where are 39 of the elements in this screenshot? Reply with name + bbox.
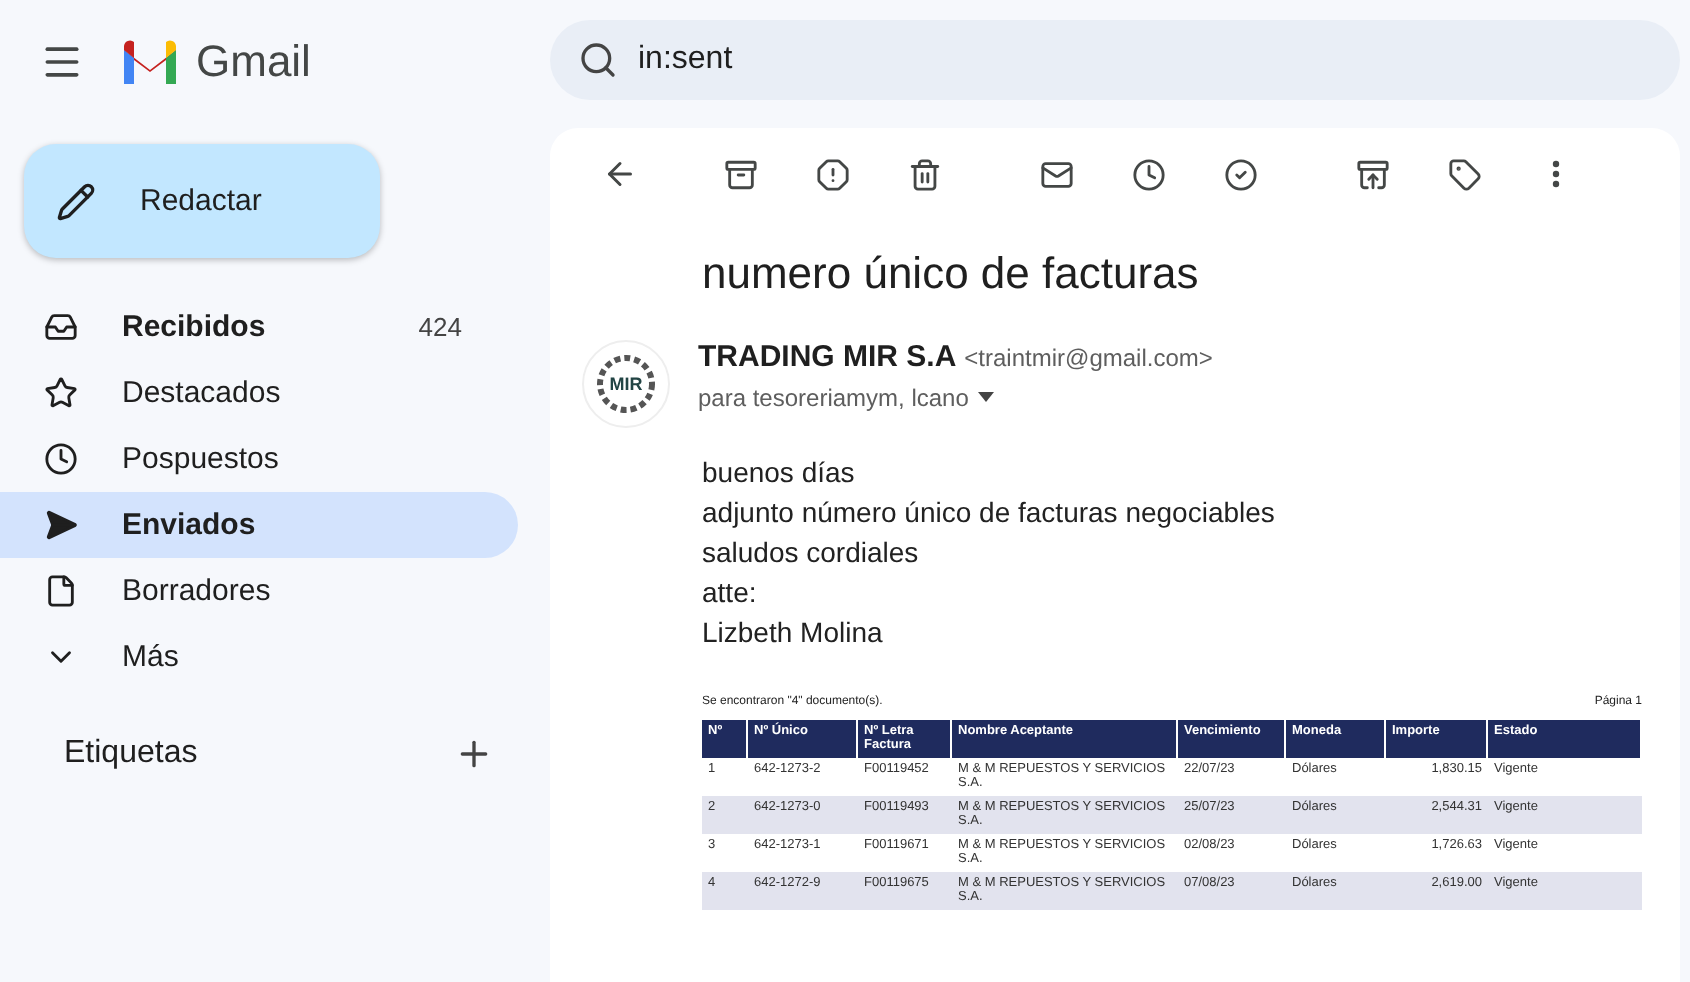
alert-icon xyxy=(815,157,849,191)
inbox-icon xyxy=(44,310,78,344)
body-line: atte: xyxy=(702,574,759,612)
send-icon xyxy=(44,508,78,542)
sidebar-item[interactable]: Más xyxy=(0,624,518,690)
pencil-icon xyxy=(56,181,96,221)
sidebar-item[interactable]: Borradores xyxy=(0,558,518,624)
clock-icon xyxy=(1131,157,1165,191)
check-circle-icon xyxy=(1223,157,1257,191)
body-line: adjunto número único de facturas negociables xyxy=(702,494,1277,532)
unread-count: 424 xyxy=(418,312,462,342)
message-subject: numero único de facturas xyxy=(702,248,1201,300)
tag-icon xyxy=(1447,157,1481,191)
search-icon xyxy=(578,40,618,80)
app-name: Gmail xyxy=(196,36,311,88)
compose-button[interactable]: Redactar xyxy=(24,144,380,258)
sender-name: TRADING MIR S.A xyxy=(698,340,957,374)
sender-avatar: MIR xyxy=(582,340,670,428)
search-field[interactable]: in:sent xyxy=(550,20,1680,100)
box-arrow-icon xyxy=(1355,157,1389,191)
star-icon xyxy=(44,376,78,410)
gmail-logo-icon xyxy=(120,40,180,84)
sidebar-item[interactable]: Pospuestos xyxy=(0,426,518,492)
sender-email: <traintmir@gmail.com> xyxy=(964,344,1213,372)
body-line: saludos cordiales xyxy=(702,534,921,572)
recipients: para tesoreriamym, lcano xyxy=(698,384,969,412)
sidebar-item[interactable]: Destacados xyxy=(0,360,518,426)
file-icon xyxy=(44,574,78,608)
body-line: Lizbeth Molina xyxy=(702,614,885,652)
labels-heading: Etiquetas xyxy=(64,736,198,772)
archive-icon xyxy=(723,157,757,191)
envelope-icon xyxy=(1039,157,1073,191)
trash-icon xyxy=(907,157,941,191)
clock-icon xyxy=(44,442,78,476)
sidebar-item[interactable]: Recibidos 424 xyxy=(0,294,518,360)
body-line: buenos días xyxy=(702,454,857,492)
caret-icon[interactable] xyxy=(976,392,997,404)
sidebar-item[interactable]: Enviados xyxy=(0,492,518,558)
more-icon xyxy=(1552,160,1560,188)
